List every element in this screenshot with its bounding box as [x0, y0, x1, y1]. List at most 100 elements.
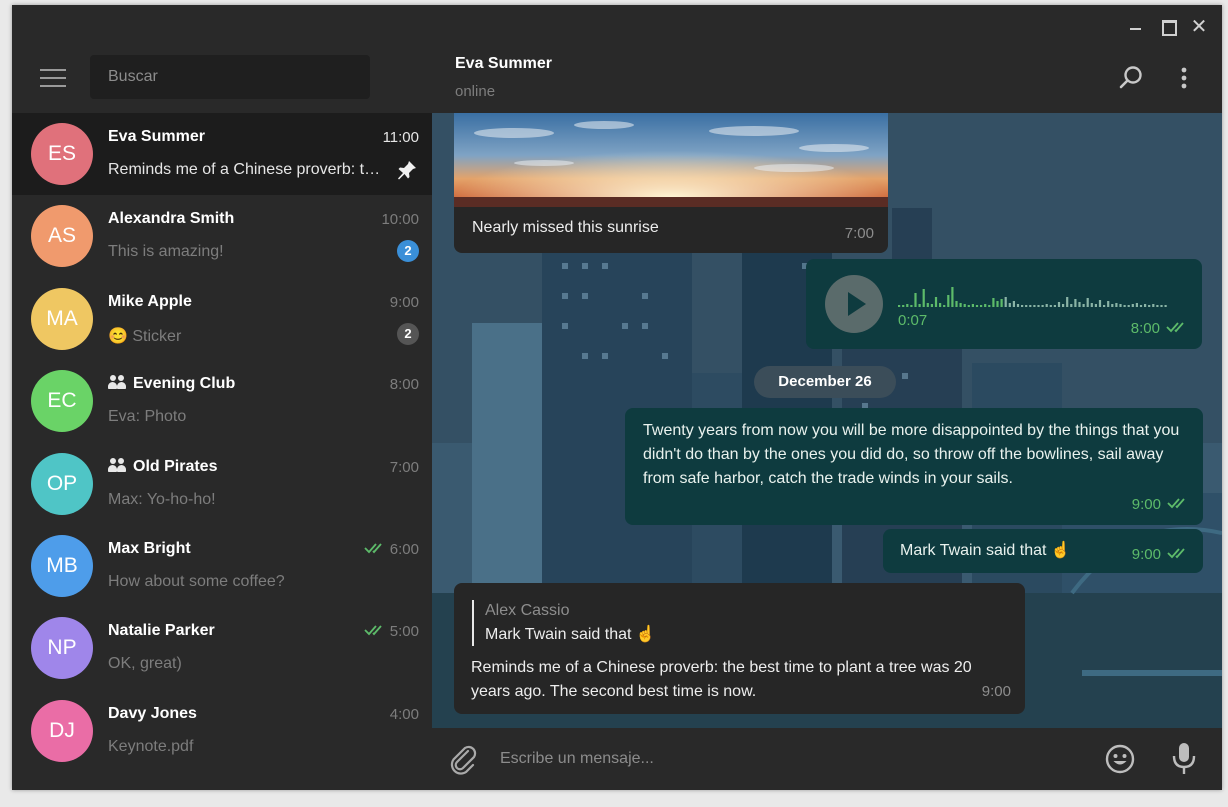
waveform-bar [1033, 305, 1036, 307]
waveform-bar [902, 305, 905, 307]
sunrise-photo[interactable] [454, 113, 888, 207]
chat-name: Max Bright [108, 540, 191, 558]
message-time: 9:00 [981, 683, 1011, 700]
chat-time-text: 10:00 [381, 211, 419, 228]
message-input[interactable] [500, 742, 1060, 776]
waveform-bar [1086, 298, 1089, 307]
waveform-bar [1016, 304, 1020, 307]
reply-author[interactable]: Alex Cassio [485, 599, 569, 623]
chat-time-text: 6:00 [389, 541, 419, 558]
search-box[interactable] [90, 55, 370, 99]
waveform-bar [955, 301, 958, 307]
avatar[interactable]: ES [31, 123, 93, 185]
waveform-bar [1115, 303, 1118, 307]
chat-time: 7:00 [390, 459, 419, 476]
chat-list-item[interactable]: MA Mike Apple 9:00 😊 Sticker 2 [12, 278, 432, 360]
waveform-bar [1029, 305, 1032, 307]
avatar[interactable]: AS [31, 205, 93, 267]
app-window: ES Eva Summer 11:00 Reminds me of a Chinese… [12, 5, 1222, 790]
waveform-bar [963, 304, 966, 307]
message-text: Reminds me of a Chinese proverb: the bes… [471, 659, 972, 700]
peer-name[interactable]: Eva Summer [455, 55, 552, 73]
attach-icon[interactable] [446, 742, 480, 776]
waveform-bar [1070, 304, 1073, 307]
avatar[interactable]: DJ [31, 700, 93, 762]
waveform-bar [967, 305, 970, 307]
message-quote[interactable]: Twenty years from now you will be more d… [625, 408, 1203, 525]
waveform-bar [1021, 305, 1024, 307]
waveform-bar [951, 287, 954, 307]
chat-list-item[interactable]: OP Old Pirates 7:00 Max: Yo-ho-ho! [12, 443, 432, 525]
minimize-button[interactable] [1127, 17, 1145, 35]
waveform-bar [1078, 302, 1081, 307]
close-button[interactable]: ✕ [1190, 16, 1208, 36]
waveform-bar [906, 304, 909, 307]
message-photo[interactable]: Nearly missed this sunrise 7:00 [454, 113, 888, 253]
chat-pane: Eva Summer online Nearly missed this sun… [432, 5, 1222, 790]
waveform-bar [926, 303, 929, 307]
message-time: 9:00 [1131, 496, 1161, 513]
maximize-button[interactable] [1159, 17, 1177, 36]
chat-list-item[interactable]: AS Alexandra Smith 10:00 This is amazing! 2 [12, 195, 432, 277]
waveform-bar [1090, 303, 1093, 307]
chat-name: Mike Apple [108, 293, 192, 311]
chat-name-text: Davy Jones [108, 705, 197, 722]
waveform-bar [1004, 297, 1007, 307]
message-twain[interactable]: Mark Twain said that ☝ 9:00 [883, 529, 1203, 573]
double-check-icon [1167, 548, 1185, 559]
chat-list-item[interactable]: NP Natalie Parker 5:00 OK, great) [12, 607, 432, 689]
waveform-bar [922, 289, 925, 307]
chat-list-item[interactable]: DJ Davy Jones 4:00 Keynote.pdf [12, 690, 432, 772]
pin-icon [398, 161, 416, 180]
message-voice[interactable]: 0:07 8:00 [806, 259, 1202, 349]
avatar[interactable]: OP [31, 453, 93, 515]
chat-time-text: 8:00 [389, 376, 419, 393]
chat-list-item[interactable]: MB Max Bright 6:00 How about some coffee? [12, 525, 432, 607]
chat-time-text: 5:00 [389, 623, 419, 640]
chat-name: Alexandra Smith [108, 210, 234, 228]
sidebar: ES Eva Summer 11:00 Reminds me of a Chinese… [12, 5, 432, 790]
waveform-bar [947, 295, 950, 307]
chat-time-text: 4:00 [389, 706, 419, 723]
waveform-bar [939, 303, 942, 307]
chat-list-item[interactable]: ES Eva Summer 11:00 Reminds me of a Chinese… [12, 113, 432, 195]
waveform-bar [1119, 304, 1122, 307]
reply-bar [472, 600, 474, 646]
voice-waveform[interactable] [898, 279, 1168, 307]
emoji-icon[interactable] [1104, 743, 1136, 775]
more-icon[interactable] [1174, 65, 1194, 91]
search-input[interactable] [90, 55, 370, 99]
waveform-bar [1127, 305, 1130, 307]
waveform-bar [1000, 299, 1003, 307]
chat-time: 11:00 [383, 129, 419, 146]
composer [432, 728, 1222, 790]
message-reply[interactable]: Alex Cassio Mark Twain said that ☝ Remin… [454, 583, 1025, 714]
message-text: Twenty years from now you will be more d… [643, 422, 1180, 487]
title-bar: ✕ [12, 5, 1222, 47]
waveform-bar [1008, 303, 1011, 307]
play-button[interactable] [825, 275, 883, 333]
avatar[interactable]: MB [31, 535, 93, 597]
waveform-bar [1049, 305, 1052, 307]
play-icon [848, 292, 866, 316]
mic-icon[interactable] [1170, 741, 1198, 777]
photo-caption: Nearly missed this sunrise [472, 219, 659, 236]
chat-name: Old Pirates [108, 458, 217, 476]
double-check-icon [364, 625, 382, 636]
unread-badge: 2 [397, 323, 419, 345]
search-icon[interactable] [1118, 65, 1144, 91]
sidebar-header [12, 47, 432, 113]
avatar[interactable]: NP [31, 617, 93, 679]
chat-time: 6:00 [364, 541, 419, 558]
menu-icon[interactable] [40, 69, 66, 89]
avatar[interactable]: MA [31, 288, 93, 350]
chat-time-text: 9:00 [389, 294, 419, 311]
waveform-bar [898, 305, 901, 307]
waveform-bar [1094, 304, 1097, 307]
message-meta: 9:00 [1132, 493, 1189, 517]
waveform-bar [996, 301, 999, 307]
avatar[interactable]: EC [31, 370, 93, 432]
waveform-bar [980, 305, 983, 307]
chat-list-item[interactable]: EC Evening Club 8:00 Eva: Photo [12, 360, 432, 442]
waveform-bar [1135, 303, 1138, 307]
